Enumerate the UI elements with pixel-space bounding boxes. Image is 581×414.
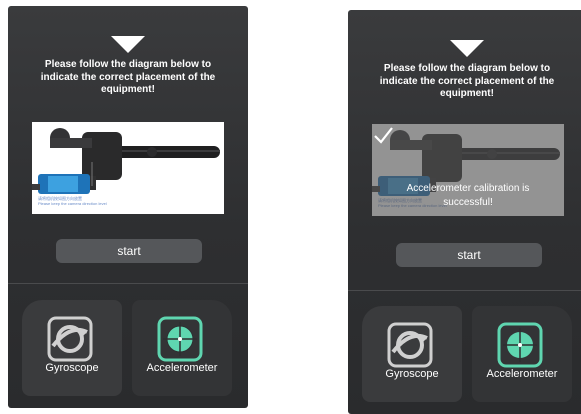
placement-diagram: 请将相机按如图方向放置 Please keep the camera direc… xyxy=(32,122,224,214)
photo-caption: 请将相机按如图方向放置 Please keep the camera direc… xyxy=(38,196,107,206)
divider xyxy=(8,283,248,284)
tab-gyroscope[interactable]: Gyroscope xyxy=(362,306,462,402)
down-triangle-icon xyxy=(450,40,484,57)
checkmark-icon xyxy=(374,127,393,144)
tab-accelerometer[interactable]: Accelerometer xyxy=(472,306,572,402)
calibration-screen-before: Please follow the diagram below to indic… xyxy=(8,6,248,408)
crosshair-icon xyxy=(157,316,203,362)
start-button[interactable]: start xyxy=(56,239,202,263)
placement-diagram: 请将相机按如图方向放置 Please keep the camera direc… xyxy=(372,124,564,216)
instruction-text: Please follow the diagram below to indic… xyxy=(379,63,555,99)
tab-accelerometer[interactable]: Accelerometer xyxy=(132,300,232,396)
tab-gyroscope-label: Gyroscope xyxy=(45,362,99,374)
gyroscope-icon xyxy=(387,322,433,368)
calibration-screen-success: Please follow the diagram below to indic… xyxy=(348,10,581,414)
instruction-text: Please follow the diagram below to indic… xyxy=(40,59,216,95)
crosshair-icon xyxy=(497,322,543,368)
success-message: Accelerometer calibration is successful! xyxy=(406,183,530,208)
tab-gyroscope[interactable]: Gyroscope xyxy=(22,300,122,396)
tab-accelerometer-label: Accelerometer xyxy=(486,368,558,380)
start-button[interactable]: start xyxy=(396,243,542,267)
success-overlay: Accelerometer calibration is successful! xyxy=(372,124,564,216)
divider xyxy=(348,290,581,291)
tab-accelerometer-label: Accelerometer xyxy=(146,362,218,374)
down-triangle-icon xyxy=(111,36,145,53)
gyroscope-icon xyxy=(47,316,93,362)
tab-gyroscope-label: Gyroscope xyxy=(385,368,439,380)
